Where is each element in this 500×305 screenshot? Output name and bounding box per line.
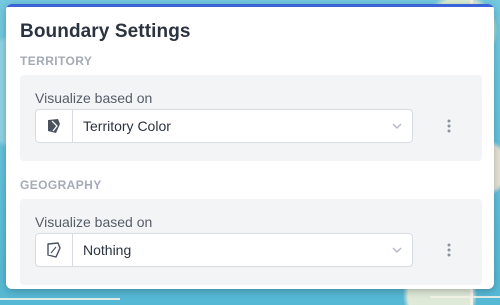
section-label-territory: TERRITORY: [20, 54, 93, 68]
territory-field-label: Visualize based on: [35, 90, 153, 106]
territory-more-options-button[interactable]: [442, 115, 456, 137]
territory-visualize-select[interactable]: Territory Color: [35, 109, 413, 143]
geography-more-options-button[interactable]: [442, 239, 456, 261]
panel-title: Boundary Settings: [20, 21, 191, 42]
chevron-down-icon: [392, 247, 402, 253]
geography-selected-value: Nothing: [83, 242, 132, 258]
geography-outline-icon: [36, 234, 73, 266]
chevron-down-icon: [392, 123, 402, 129]
territory-color-icon: [36, 110, 73, 142]
territory-card: Visualize based on Territory Color: [20, 75, 482, 161]
kebab-menu-icon: [447, 243, 451, 257]
geography-card: Visualize based on Nothing: [20, 199, 482, 285]
territory-selected-value: Territory Color: [83, 118, 171, 134]
kebab-menu-icon: [447, 119, 451, 133]
section-label-geography: GEOGRAPHY: [20, 178, 102, 192]
geography-field-label: Visualize based on: [35, 214, 153, 230]
panel-accent-bar: [6, 4, 494, 7]
geography-visualize-select[interactable]: Nothing: [35, 233, 413, 267]
boundary-settings-panel: Boundary Settings TERRITORY Visualize ba…: [6, 4, 494, 289]
